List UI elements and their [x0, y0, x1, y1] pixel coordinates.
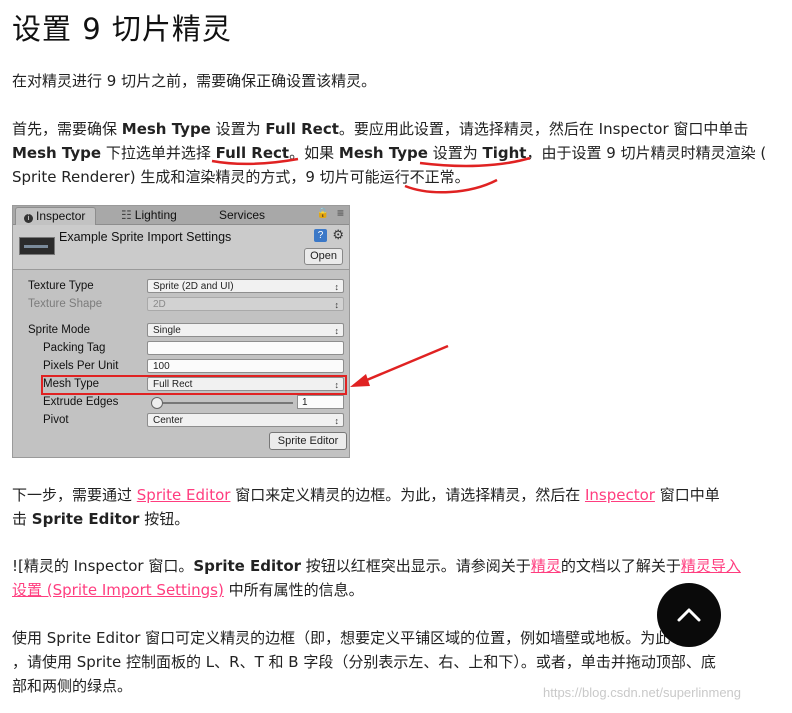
bold-text: Tight: [482, 144, 527, 162]
extrude-value-input[interactable]: 1: [297, 395, 344, 409]
sprite-import-settings-link[interactable]: 精灵导入: [681, 557, 741, 575]
intro-paragraph: 在对精灵进行 9 切片之前，需要确保正确设置该精灵。: [12, 72, 377, 90]
text: 使用 Sprite Editor 窗口可定义精灵的边框（即，想要定义平铺区域的位…: [12, 629, 626, 647]
text: 击: [12, 510, 32, 528]
menu-icon[interactable]: ≡: [337, 206, 344, 220]
sprite-mode-dropdown[interactable]: Single: [147, 323, 344, 338]
tab-inspector[interactable]: i Inspector: [15, 207, 97, 225]
ppu-input[interactable]: 100: [147, 359, 344, 373]
help-icon[interactable]: ?: [314, 229, 327, 242]
packing-tag-input[interactable]: [147, 341, 344, 355]
packing-tag-label: Packing Tag: [43, 342, 106, 354]
bold-text: Sprite Editor: [193, 557, 302, 575]
pivot-row: Pivot Center: [13, 412, 349, 430]
paragraph-sprite-editor: 下一步，需要通过 Sprite Editor 窗口来定义精灵的边框。为此，请选择…: [12, 483, 782, 531]
page-title: 设置 9 切片精灵: [12, 12, 232, 46]
sprite-editor-link[interactable]: Sprite Editor: [137, 486, 231, 504]
sprite-mode-label: Sprite Mode: [28, 324, 91, 336]
sprite-mode-row: Sprite Mode Single: [13, 322, 349, 340]
text: 中所有属性的信息。: [223, 581, 364, 599]
open-button[interactable]: Open: [304, 248, 343, 265]
text: ，由于设置 9 切片精灵时精灵渲染 (: [526, 144, 767, 162]
lighting-icon: ☷: [121, 208, 132, 222]
texture-shape-row: Texture Shape 2D: [13, 296, 349, 314]
asset-title: Example Sprite Import Settings: [59, 230, 232, 244]
extrude-slider-handle[interactable]: [151, 397, 163, 409]
text: 按钮以红框突出显示。请参阅关于: [301, 557, 531, 575]
text: ，请使用 Sprite 控制面板的 L、R、T 和 B 字段（分别表示左、右、上…: [12, 653, 716, 671]
text: ![精灵的 Inspector 窗口。: [12, 557, 194, 575]
text: 。要应用此设置，请选择精灵，然后在 Inspector 窗口中单击: [338, 120, 749, 138]
ppu-label: Pixels Per Unit: [43, 360, 119, 372]
text: 设置为: [210, 120, 266, 138]
ppu-row: Pixels Per Unit 100: [13, 358, 349, 376]
paragraph-mesh-type: 首先，需要确保 Mesh Type 设置为 Full Rect。要应用此设置，请…: [12, 117, 782, 189]
text: 的文档以了解关于: [560, 557, 681, 575]
tab-lighting[interactable]: ☷ Lighting: [121, 207, 177, 224]
sprite-import-settings-link[interactable]: 设置 (Sprite Import Settings): [12, 581, 224, 599]
bold-text: Mesh Type: [338, 144, 428, 162]
texture-shape-dropdown: 2D: [147, 297, 344, 312]
text: 窗口中单: [654, 486, 720, 504]
gear-icon[interactable]: ⚙: [332, 227, 344, 243]
pivot-label: Pivot: [43, 414, 69, 426]
text: 下一步，需要通过: [12, 486, 137, 504]
back-to-top-button[interactable]: [657, 583, 721, 647]
info-icon: i: [24, 214, 33, 223]
bold-text: Full Rect: [265, 120, 339, 138]
texture-type-label: Texture Type: [28, 280, 94, 292]
tab-lighting-label: Lighting: [134, 208, 177, 222]
watermark: https://blog.csdn.net/superlinmeng: [543, 685, 742, 700]
bold-text: Full Rect: [215, 144, 290, 162]
packing-tag-row: Packing Tag: [13, 340, 349, 358]
text: 按钮。: [139, 510, 190, 528]
text: 下拉选单并选择: [101, 144, 216, 162]
tab-services-label: Services: [219, 208, 266, 222]
texture-type-dropdown[interactable]: Sprite (2D and UI): [147, 279, 344, 294]
texture-shape-label: Texture Shape: [28, 298, 103, 310]
sprite-thumbnail: [19, 237, 55, 255]
highlight-box: [41, 375, 347, 395]
tab-inspector-label: Inspector: [36, 209, 86, 223]
text: 设置为: [427, 144, 483, 162]
tab-services[interactable]: Services: [219, 207, 265, 224]
annotation-arrow: [350, 344, 449, 387]
bold-text: Mesh Type: [12, 144, 102, 162]
chevron-up-icon: [677, 608, 701, 622]
text: 部和两侧的绿点。: [12, 677, 133, 695]
lock-icon[interactable]: 🔒: [317, 208, 329, 219]
inspector-link[interactable]: Inspector: [585, 486, 655, 504]
extrude-edges-label: Extrude Edges: [43, 396, 119, 408]
text: 。如果: [289, 144, 339, 162]
inspector-screenshot: i Inspector ☷ Lighting Services 🔒 ≡ Exampl…: [12, 205, 350, 458]
texture-type-row: Texture Type Sprite (2D and UI): [13, 278, 349, 296]
pivot-dropdown[interactable]: Center: [147, 413, 344, 428]
inspector-tabs: i Inspector ☷ Lighting Services 🔒 ≡: [13, 206, 349, 225]
text: 窗口来定义精灵的边框。为此，请选择精灵，然后在: [230, 486, 585, 504]
sprite-doc-link[interactable]: 精灵: [531, 557, 561, 575]
inspector-header: Example Sprite Import Settings ? ⚙ Open: [13, 225, 349, 270]
bold-text: Sprite Editor: [31, 510, 140, 528]
bold-text: Mesh Type: [121, 120, 211, 138]
extrude-slider-track[interactable]: [153, 402, 293, 404]
text: Sprite Renderer) 生成和渲染精灵的方式，9 切片可能运行不正常。: [12, 168, 470, 186]
extrude-edges-row: Extrude Edges 1: [13, 394, 349, 412]
sprite-editor-button[interactable]: Sprite Editor: [269, 432, 347, 450]
text: 首先，需要确保: [12, 120, 122, 138]
